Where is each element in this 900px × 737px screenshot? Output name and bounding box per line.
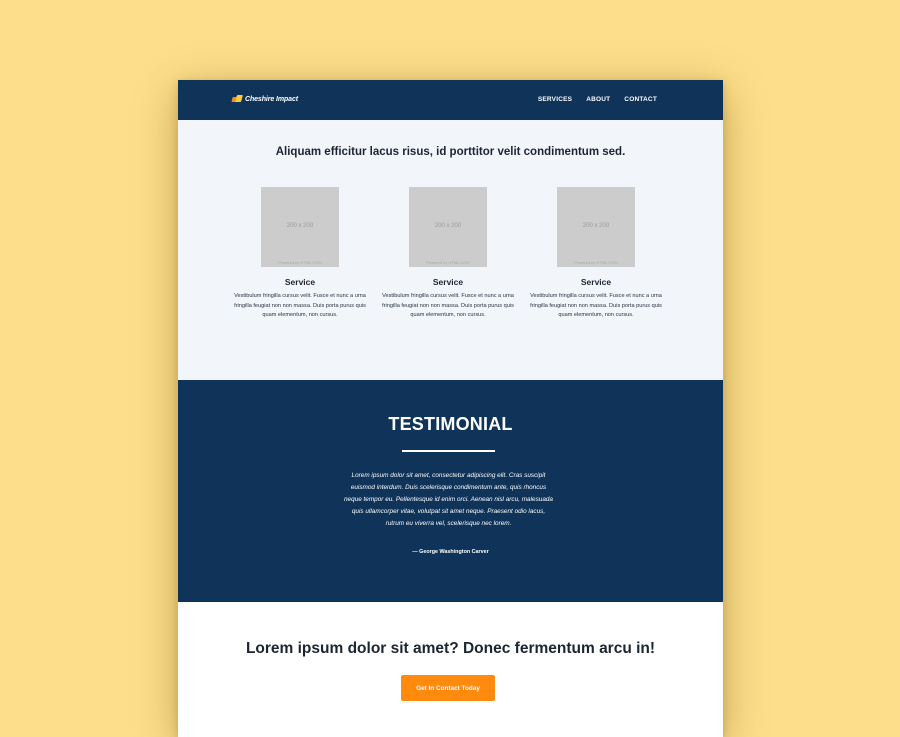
services-section: Aliquam efficitur lacus risus, id portti… bbox=[178, 120, 723, 380]
placeholder-size-label: 200 x 200 bbox=[582, 223, 610, 229]
placeholder-powered-label: Powered by HTML.COM bbox=[278, 260, 322, 265]
service-image-placeholder: 200 x 200 Powered by HTML.COM bbox=[409, 187, 487, 267]
testimonial-divider bbox=[402, 450, 495, 452]
placeholder-size-label: 200 x 200 bbox=[434, 223, 462, 229]
logo-text: Cheshire Impact bbox=[245, 95, 298, 103]
testimonial-author: — George Washington Carver bbox=[412, 549, 489, 555]
cta-heading: Lorem ipsum dolor sit amet? Donec fermen… bbox=[245, 640, 656, 657]
nav-links: SERVICES ABOUT CONTACT bbox=[538, 96, 657, 103]
nav-link-about[interactable]: ABOUT bbox=[586, 96, 610, 103]
service-title: Service bbox=[580, 277, 612, 287]
website-mockup: Cheshire Impact SERVICES ABOUT CONTACT A… bbox=[178, 80, 723, 737]
service-description: Vestibulum fringilla cursus velit. Fusce… bbox=[382, 293, 514, 318]
testimonial-quote: Lorem ipsum dolor sit amet, consectetur … bbox=[343, 472, 553, 527]
service-description: Vestibulum fringilla cursus velit. Fusce… bbox=[530, 293, 662, 318]
get-in-contact-button[interactable]: Get In Contact Today bbox=[401, 675, 495, 701]
testimonial-title: TESTIMONIAL bbox=[388, 414, 513, 434]
service-title: Service bbox=[284, 277, 316, 287]
cta-section: Lorem ipsum dolor sit amet? Donec fermen… bbox=[178, 602, 723, 737]
nav-link-services[interactable]: SERVICES bbox=[538, 96, 572, 103]
service-card: 200 x 200 Powered by HTML.COM Service Ve… bbox=[230, 187, 370, 321]
service-image-placeholder: 200 x 200 Powered by HTML.COM bbox=[261, 187, 339, 267]
logo-icon bbox=[231, 95, 243, 103]
service-title: Service bbox=[432, 277, 464, 287]
service-card: 200 x 200 Powered by HTML.COM Service Ve… bbox=[378, 187, 518, 321]
service-description: Vestibulum fringilla cursus velit. Fusce… bbox=[234, 293, 366, 318]
logo[interactable]: Cheshire Impact bbox=[231, 95, 298, 103]
placeholder-size-label: 200 x 200 bbox=[286, 223, 314, 229]
nav-link-contact[interactable]: CONTACT bbox=[624, 96, 657, 103]
placeholder-powered-label: Powered by HTML.COM bbox=[574, 260, 618, 265]
service-card: 200 x 200 Powered by HTML.COM Service Ve… bbox=[526, 187, 666, 321]
placeholder-powered-label: Powered by HTML.COM bbox=[426, 260, 470, 265]
services-heading: Aliquam efficitur lacus risus, id portti… bbox=[275, 146, 626, 158]
service-image-placeholder: 200 x 200 Powered by HTML.COM bbox=[557, 187, 635, 267]
top-nav: Cheshire Impact SERVICES ABOUT CONTACT bbox=[178, 80, 723, 120]
testimonial-section: TESTIMONIAL Lorem ipsum dolor sit amet, … bbox=[178, 380, 723, 602]
